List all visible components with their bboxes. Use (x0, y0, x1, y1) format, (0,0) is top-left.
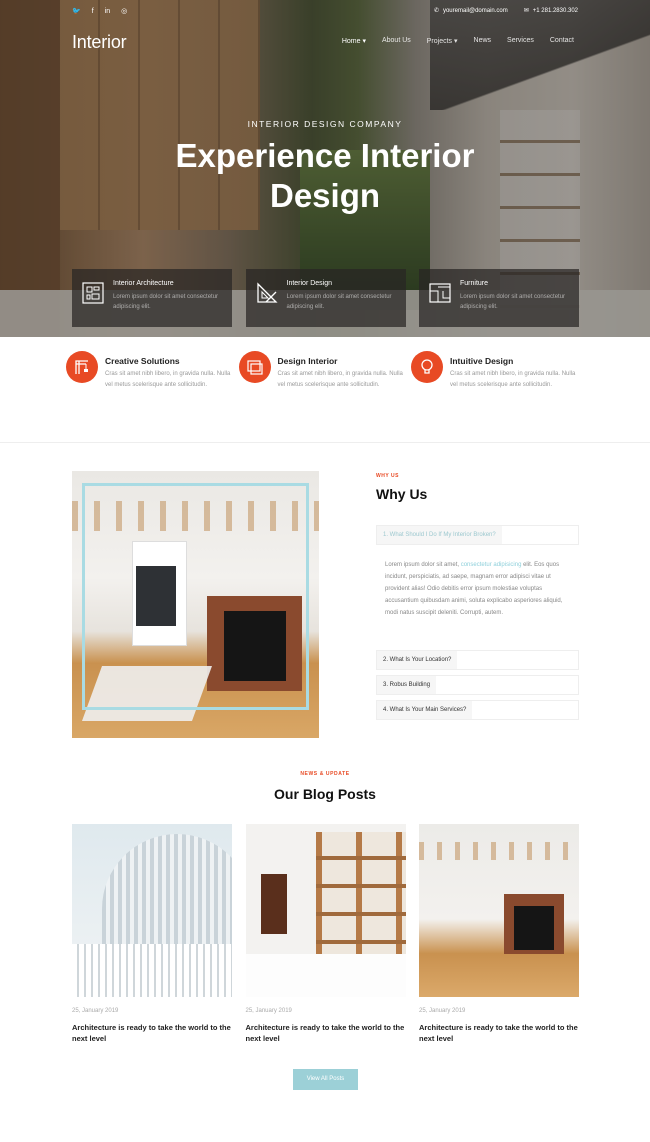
blog-post-image[interactable] (245, 824, 406, 997)
site-logo[interactable]: Interior (72, 32, 127, 53)
feature-icon-circle (411, 351, 443, 383)
image-detail (514, 906, 554, 950)
accordion-body-text: Lorem ipsum dolor sit amet, (385, 562, 461, 568)
facebook-icon[interactable]: f (92, 7, 94, 17)
accordion-item-1[interactable]: 1. What Should I Do If My Interior Broke… (376, 525, 579, 545)
nav-contact[interactable]: Contact (550, 37, 574, 45)
phone-icon: ✆ (433, 8, 439, 14)
feature-card-title: Furniture (460, 280, 489, 287)
hero-title: Experience Interior Design (175, 137, 475, 214)
blog-posts: 25, January 2019 Architecture is ready t… (72, 824, 579, 1049)
hero-section: 🐦 f in ◎ ✆ youremail@domain.com ✉ +1 281… (0, 0, 650, 337)
feature-text: Cras sit amet nibh libero, in gravida nu… (105, 371, 231, 388)
nav-about[interactable]: About Us (382, 37, 411, 45)
blog-post-date: 25, January 2019 (419, 1008, 466, 1014)
blueprint-icon (82, 282, 104, 304)
nav-services[interactable]: Services (507, 37, 534, 45)
accordion-body-link[interactable]: consectetur adipisicing (461, 562, 522, 568)
blog-post-date: 25, January 2019 (245, 1008, 292, 1014)
feature-card[interactable]: Interior Design Lorem ipsum dolor sit am… (245, 269, 406, 327)
main-nav: Home ▾ About Us Projects ▾ News Services… (342, 37, 574, 45)
hero-feature-cards: Interior Architecture Lorem ipsum dolor … (72, 269, 579, 327)
nav-projects[interactable]: Projects ▾ (427, 37, 458, 45)
features-row: Creative Solutions Cras sit amet nibh li… (66, 351, 581, 411)
nav-news[interactable]: News (474, 37, 492, 45)
accordion-item-4[interactable]: 4. What Is Your Main Services? (376, 700, 579, 720)
feature-text: Cras sit amet nibh libero, in gravida nu… (277, 371, 403, 388)
feature-card-text: Lorem ipsum dolor sit amet consectetur a… (286, 294, 392, 310)
image-detail (419, 842, 579, 860)
linkedin-icon[interactable]: in (105, 7, 110, 17)
phone-text: +1 281.2830.302 (532, 7, 578, 14)
contact-info: ✆ youremail@domain.com ✉ +1 281.2830.302 (433, 7, 578, 15)
feature-item: Design Interior Cras sit amet nibh liber… (238, 351, 409, 411)
feature-icon-circle (238, 351, 271, 383)
blog-kicker: NEWS & UPDATE (300, 771, 350, 777)
accordion-label: 3. Robus Building (377, 676, 437, 694)
feature-icon-circle (66, 351, 98, 383)
blog-post-date: 25, January 2019 (72, 1008, 119, 1014)
blog-post-card[interactable]: 25, January 2019 Architecture is ready t… (72, 824, 232, 1049)
blog-post-title[interactable]: Architecture is ready to take the world … (72, 1022, 232, 1044)
blog-post-image[interactable] (419, 824, 579, 997)
ruler-triangle-icon (256, 282, 278, 303)
twitter-icon[interactable]: 🐦 (72, 7, 81, 17)
email-contact[interactable]: ✆ youremail@domain.com (433, 7, 508, 15)
blog-post-title[interactable]: Architecture is ready to take the world … (419, 1022, 579, 1044)
why-kicker: WHY US (376, 473, 399, 479)
accordion-label: 4. What Is Your Main Services? (377, 701, 473, 719)
accordion-label: 2. What Is Your Location? (377, 651, 458, 669)
accordion-body: Lorem ipsum dolor sit amet, consectetur … (385, 559, 570, 619)
topbar: 🐦 f in ◎ ✆ youremail@domain.com ✉ +1 281… (72, 7, 578, 19)
email-text: youremail@domain.com (442, 7, 508, 14)
layers-icon (246, 360, 263, 375)
feature-text: Cras sit amet nibh libero, in gravida nu… (450, 371, 576, 388)
feature-card-title: Interior Design (286, 280, 333, 287)
blog-post-image[interactable] (72, 824, 232, 997)
image-detail (260, 874, 287, 934)
image-detail (315, 832, 406, 962)
image-detail (245, 954, 406, 997)
mail-icon: ✉ (523, 8, 529, 14)
blog-post-card[interactable]: 25, January 2019 Architecture is ready t… (245, 824, 406, 1049)
instagram-icon[interactable]: ◎ (121, 7, 127, 17)
feature-item: Intuitive Design Cras sit amet nibh libe… (411, 351, 581, 411)
social-links: 🐦 f in ◎ (72, 7, 127, 17)
accordion-label: 1. What Should I Do If My Interior Broke… (377, 526, 502, 544)
section-divider (0, 442, 650, 443)
image-frame (82, 483, 309, 710)
phone-contact[interactable]: ✉ +1 281.2830.302 (523, 7, 578, 15)
blog-title: Our Blog Posts (274, 786, 376, 802)
image-detail (72, 944, 232, 997)
lightbulb-icon (421, 359, 433, 374)
feature-card-text: Lorem ipsum dolor sit amet consectetur a… (460, 294, 566, 310)
accordion-body-text: elit. Eos quos incidunt, perspiciatis, a… (385, 562, 563, 616)
feature-title: Creative Solutions (105, 356, 180, 366)
feature-title: Intuitive Design (450, 356, 514, 366)
crane-icon (75, 360, 88, 374)
feature-item: Creative Solutions Cras sit amet nibh li… (66, 351, 236, 411)
floorplan-icon (429, 283, 451, 303)
why-title: Why Us (376, 486, 428, 502)
feature-card-title: Interior Architecture (113, 280, 174, 287)
feature-card-text: Lorem ipsum dolor sit amet consectetur a… (113, 294, 219, 310)
feature-card[interactable]: Interior Architecture Lorem ipsum dolor … (72, 269, 232, 327)
hero-subtitle: INTERIOR DESIGN COMPANY (247, 119, 403, 129)
accordion-item-3[interactable]: 3. Robus Building (376, 675, 579, 695)
why-us-image (72, 471, 319, 738)
feature-title: Design Interior (277, 356, 338, 366)
nav-home[interactable]: Home ▾ (342, 37, 366, 45)
accordion-item-2[interactable]: 2. What Is Your Location? (376, 650, 579, 670)
feature-card[interactable]: Furniture Lorem ipsum dolor sit amet con… (419, 269, 579, 327)
blog-post-card[interactable]: 25, January 2019 Architecture is ready t… (419, 824, 579, 1049)
blog-post-title[interactable]: Architecture is ready to take the world … (246, 1022, 406, 1044)
view-all-posts-button[interactable]: View All Posts (293, 1069, 358, 1090)
